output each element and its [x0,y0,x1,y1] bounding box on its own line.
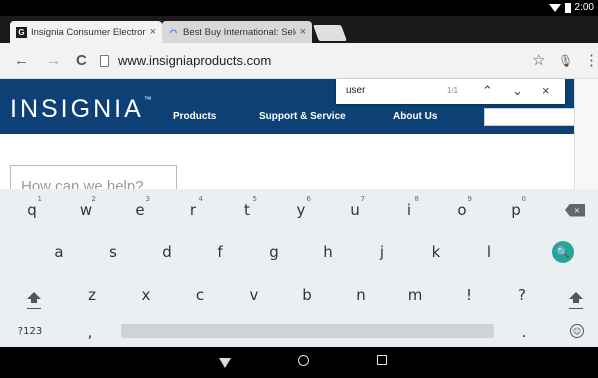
back-arrow-icon[interactable]: ← [14,52,29,70]
overflow-menu-icon[interactable]: ⋮ [584,52,598,70]
spacebar[interactable] [121,324,494,338]
emoji-icon: ☺ [570,324,584,338]
key-p[interactable]: p0 [496,195,536,225]
tab-bestbuy[interactable]: ◠ Best Buy International: Sele × [162,21,312,43]
key-l[interactable]: l [469,237,509,267]
key-s[interactable]: s [93,237,133,267]
period-key[interactable]: . [504,317,544,347]
key-j[interactable]: j [362,237,402,267]
emoji-key[interactable]: ☺ [557,316,597,346]
find-match-count: 1/1 [447,86,459,95]
forward-arrow-icon[interactable]: → [46,52,61,70]
insignia-logo[interactable]: INSIGNIA™ [10,95,155,124]
backspace-key[interactable]: × [555,195,595,225]
tab-title: Best Buy International: Sele [183,26,296,38]
bookmark-star-icon[interactable]: ☆ [532,52,545,70]
shift-icon [27,291,41,303]
key-m[interactable]: m [395,280,435,310]
key-x[interactable]: x [126,280,166,310]
key-r[interactable]: r4 [173,195,213,225]
key-f[interactable]: f [200,237,240,267]
shift-key-left[interactable] [14,280,54,310]
home-nav-button[interactable] [298,355,309,366]
comma-key[interactable]: , [70,317,110,347]
close-tab-icon[interactable]: × [300,26,306,38]
shift-underline [27,308,41,309]
mic-icon[interactable]: 🎙 [558,52,573,70]
key-o[interactable]: o9 [442,195,482,225]
page-scroll-edge [574,79,598,189]
key-v[interactable]: v [234,280,274,310]
key-question[interactable]: ? [502,280,542,310]
shift-key-right[interactable] [556,280,596,310]
search-icon: 🔍 [552,241,574,263]
find-next-icon[interactable]: ⌄ [512,83,523,99]
system-nav-bar [0,347,598,378]
home-circle-icon [298,355,309,366]
shift-icon [569,291,583,303]
search-key[interactable]: 🔍 [543,237,583,267]
key-u[interactable]: u7 [335,195,375,225]
new-tab-button[interactable] [313,25,347,41]
recents-square-icon [377,355,387,365]
key-exclamation[interactable]: ! [449,280,489,310]
find-previous-icon[interactable]: ⌃ [482,83,493,99]
tab-title: Insignia Consumer Electroni [31,26,146,38]
key-i[interactable]: i8 [389,195,429,225]
key-e[interactable]: e3 [120,195,160,225]
key-c[interactable]: c [180,280,220,310]
onscreen-keyboard: q1 w2 e3 r4 t5 y6 u7 i8 o9 p0 × a s d f … [0,189,598,347]
nav-products[interactable]: Products [173,111,216,122]
symbols-key[interactable]: ?123 [10,316,50,346]
reload-icon[interactable]: C [76,52,87,70]
nav-support-service[interactable]: Support & Service [259,111,346,122]
key-h[interactable]: h [308,237,348,267]
wifi-icon [548,3,561,12]
key-w[interactable]: w2 [66,195,106,225]
page-icon [100,55,109,67]
key-z[interactable]: z [72,280,112,310]
status-time: 2:00 [574,2,594,13]
recents-nav-button[interactable] [377,355,387,365]
back-triangle-icon [219,358,231,368]
find-close-icon[interactable]: × [542,83,550,99]
find-query-input[interactable]: user [346,85,365,96]
status-bar: 2:00 [0,0,598,16]
back-nav-button[interactable] [219,358,231,368]
key-n[interactable]: n [341,280,381,310]
key-k[interactable]: k [416,237,456,267]
help-search-box[interactable]: How can we help? [10,165,177,189]
battery-icon [564,2,571,13]
nav-about-us[interactable]: About Us [393,111,437,122]
key-a[interactable]: a [39,237,79,267]
backspace-icon: × [565,203,585,217]
key-g[interactable]: g [254,237,294,267]
key-q[interactable]: q1 [12,195,52,225]
insignia-favicon-icon: G [16,26,27,38]
loading-spinner-icon: ◠ [170,27,177,37]
help-placeholder: How can we help? [21,178,144,189]
key-y[interactable]: y6 [281,195,321,225]
browser-toolbar: ← → C www.insigniaproducts.com ☆ 🎙 ⋮ [0,43,598,79]
url-field[interactable]: www.insigniaproducts.com [118,52,271,70]
key-d[interactable]: d [147,237,187,267]
close-tab-icon[interactable]: × [150,26,156,38]
find-in-page-bar: user 1/1 ⌃ ⌄ × [336,79,565,104]
key-b[interactable]: b [287,280,327,310]
tab-strip: G Insignia Consumer Electroni × ◠ Best B… [0,16,598,43]
key-t[interactable]: t5 [227,195,267,225]
site-search-input[interactable] [484,108,576,126]
shift-underline [569,308,583,309]
tab-insignia[interactable]: G Insignia Consumer Electroni × [10,21,162,43]
